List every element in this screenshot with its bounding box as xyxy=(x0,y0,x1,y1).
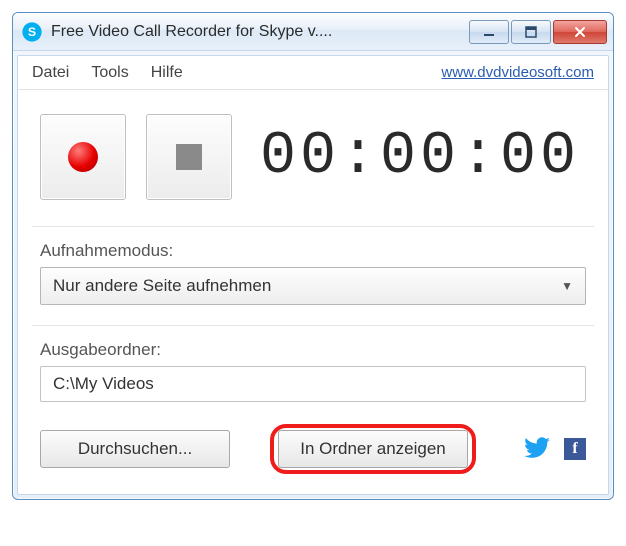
output-label: Ausgabeordner: xyxy=(40,340,586,360)
window-controls xyxy=(469,20,607,44)
show-in-folder-button[interactable]: In Ordner anzeigen xyxy=(278,430,468,468)
mode-dropdown[interactable]: Nur andere Seite aufnehmen ▼ xyxy=(40,267,586,305)
mode-label: Aufnahmemodus: xyxy=(40,241,586,261)
menu-file[interactable]: Datei xyxy=(32,64,69,82)
button-row: Durchsuchen... In Ordner anzeigen f xyxy=(18,406,608,494)
facebook-icon[interactable]: f xyxy=(564,438,586,460)
skype-icon: S xyxy=(21,21,43,43)
website-link[interactable]: www.dvdvideosoft.com xyxy=(441,64,594,81)
chevron-down-icon: ▼ xyxy=(561,279,573,293)
mode-selected-value: Nur andere Seite aufnehmen xyxy=(53,276,271,296)
timer-display: 00:00:00 xyxy=(252,123,586,191)
output-path-value: C:\My Videos xyxy=(53,374,154,394)
app-window: S Free Video Call Recorder for Skype v..… xyxy=(12,12,614,500)
close-button[interactable] xyxy=(553,20,607,44)
record-controls-row: 00:00:00 xyxy=(18,90,608,226)
output-path-field[interactable]: C:\My Videos xyxy=(40,366,586,402)
menu-help[interactable]: Hilfe xyxy=(151,64,183,82)
twitter-icon[interactable] xyxy=(524,437,550,462)
output-section: Ausgabeordner: C:\My Videos xyxy=(18,326,608,406)
svg-text:S: S xyxy=(28,25,36,39)
minimize-button[interactable] xyxy=(469,20,509,44)
menu-tools[interactable]: Tools xyxy=(91,64,128,82)
window-title: Free Video Call Recorder for Skype v.... xyxy=(51,23,469,41)
mode-section: Aufnahmemodus: Nur andere Seite aufnehme… xyxy=(18,227,608,309)
browse-button[interactable]: Durchsuchen... xyxy=(40,430,230,468)
client-area: Datei Tools Hilfe www.dvdvideosoft.com 0… xyxy=(17,55,609,495)
menubar: Datei Tools Hilfe www.dvdvideosoft.com xyxy=(18,56,608,90)
stop-button[interactable] xyxy=(146,114,232,200)
annotation-highlight: In Ordner anzeigen xyxy=(270,424,476,474)
maximize-button[interactable] xyxy=(511,20,551,44)
titlebar[interactable]: S Free Video Call Recorder for Skype v..… xyxy=(13,13,613,51)
record-icon xyxy=(68,142,98,172)
social-links: f xyxy=(524,437,586,462)
stop-icon xyxy=(176,144,202,170)
record-button[interactable] xyxy=(40,114,126,200)
